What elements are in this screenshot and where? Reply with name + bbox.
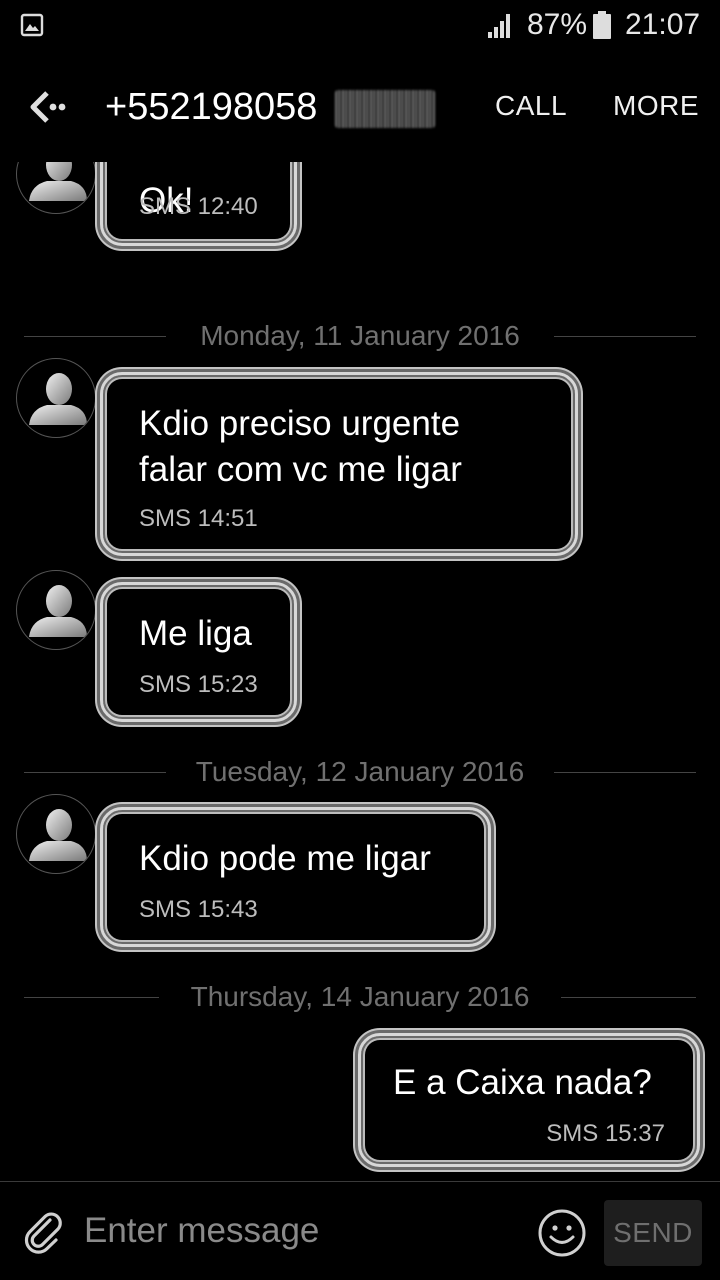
date-divider: Thursday, 14 January 2016 [24, 977, 696, 1017]
message-meta: SMS 15:23 [139, 671, 258, 698]
conversation-list[interactable]: Ok! SMS 12:40 Monday, 11 January 2016 Kd… [0, 162, 720, 1180]
message-text: Kdio pode me ligar [139, 839, 431, 878]
message-meta: SMS 14:51 [139, 505, 258, 532]
contact-avatar[interactable] [16, 794, 96, 874]
call-button[interactable]: CALL [495, 90, 567, 122]
signal-icon [488, 14, 510, 38]
contact-title: +552198058 [105, 86, 318, 128]
message-bubble[interactable]: Me liga SMS 15:23 [100, 582, 297, 722]
contact-avatar[interactable] [16, 570, 96, 650]
battery-icon [593, 11, 611, 39]
person-icon [29, 162, 87, 201]
compose-bar: SEND [0, 1181, 720, 1280]
message-bubble[interactable]: Kdio pode me ligar SMS 15:43 [100, 807, 491, 947]
person-icon [29, 373, 87, 425]
message-meta: SMS 12:40 [139, 193, 258, 220]
status-bar: 87% 21:07 [0, 0, 720, 52]
redacted-number [335, 90, 435, 128]
battery-percent: 87% [527, 8, 588, 41]
date-label: Tuesday, 12 January 2016 [171, 756, 549, 787]
gallery-icon [20, 13, 44, 37]
message-bubble[interactable]: Kdio preciso urgente falar com vc me lig… [100, 372, 578, 556]
message-bubble-outgoing[interactable]: E a Caixa nada? SMS 15:37 [358, 1033, 700, 1167]
message-text: Me liga [139, 614, 252, 653]
message-text-line-1: Kdio preciso urgente [139, 404, 461, 443]
paperclip-icon[interactable] [20, 1208, 68, 1256]
contact-avatar[interactable] [16, 162, 96, 214]
status-time: 21:07 [625, 8, 701, 41]
person-icon [29, 809, 87, 861]
app-bar: +552198058 CALL MORE [0, 52, 720, 162]
message-text-line-2: falar com vc me ligar [139, 450, 462, 489]
back-icon [30, 91, 66, 123]
message-bubble[interactable]: Ok! SMS 12:40 [100, 162, 297, 246]
person-icon [29, 585, 87, 637]
message-text: E a Caixa nada? [393, 1063, 652, 1102]
message-input[interactable] [84, 1204, 514, 1258]
message-meta: SMS 15:37 [546, 1120, 665, 1147]
message-meta: SMS 15:43 [139, 896, 258, 923]
back-button[interactable] [22, 82, 72, 132]
send-button[interactable]: SEND [604, 1200, 702, 1266]
date-divider: Monday, 11 January 2016 [24, 316, 696, 356]
date-label: Thursday, 14 January 2016 [166, 981, 554, 1012]
date-divider: Tuesday, 12 January 2016 [24, 752, 696, 792]
emoji-icon[interactable] [537, 1208, 587, 1258]
more-button[interactable]: MORE [613, 90, 699, 122]
date-label: Monday, 11 January 2016 [176, 320, 544, 351]
contact-avatar[interactable] [16, 358, 96, 438]
